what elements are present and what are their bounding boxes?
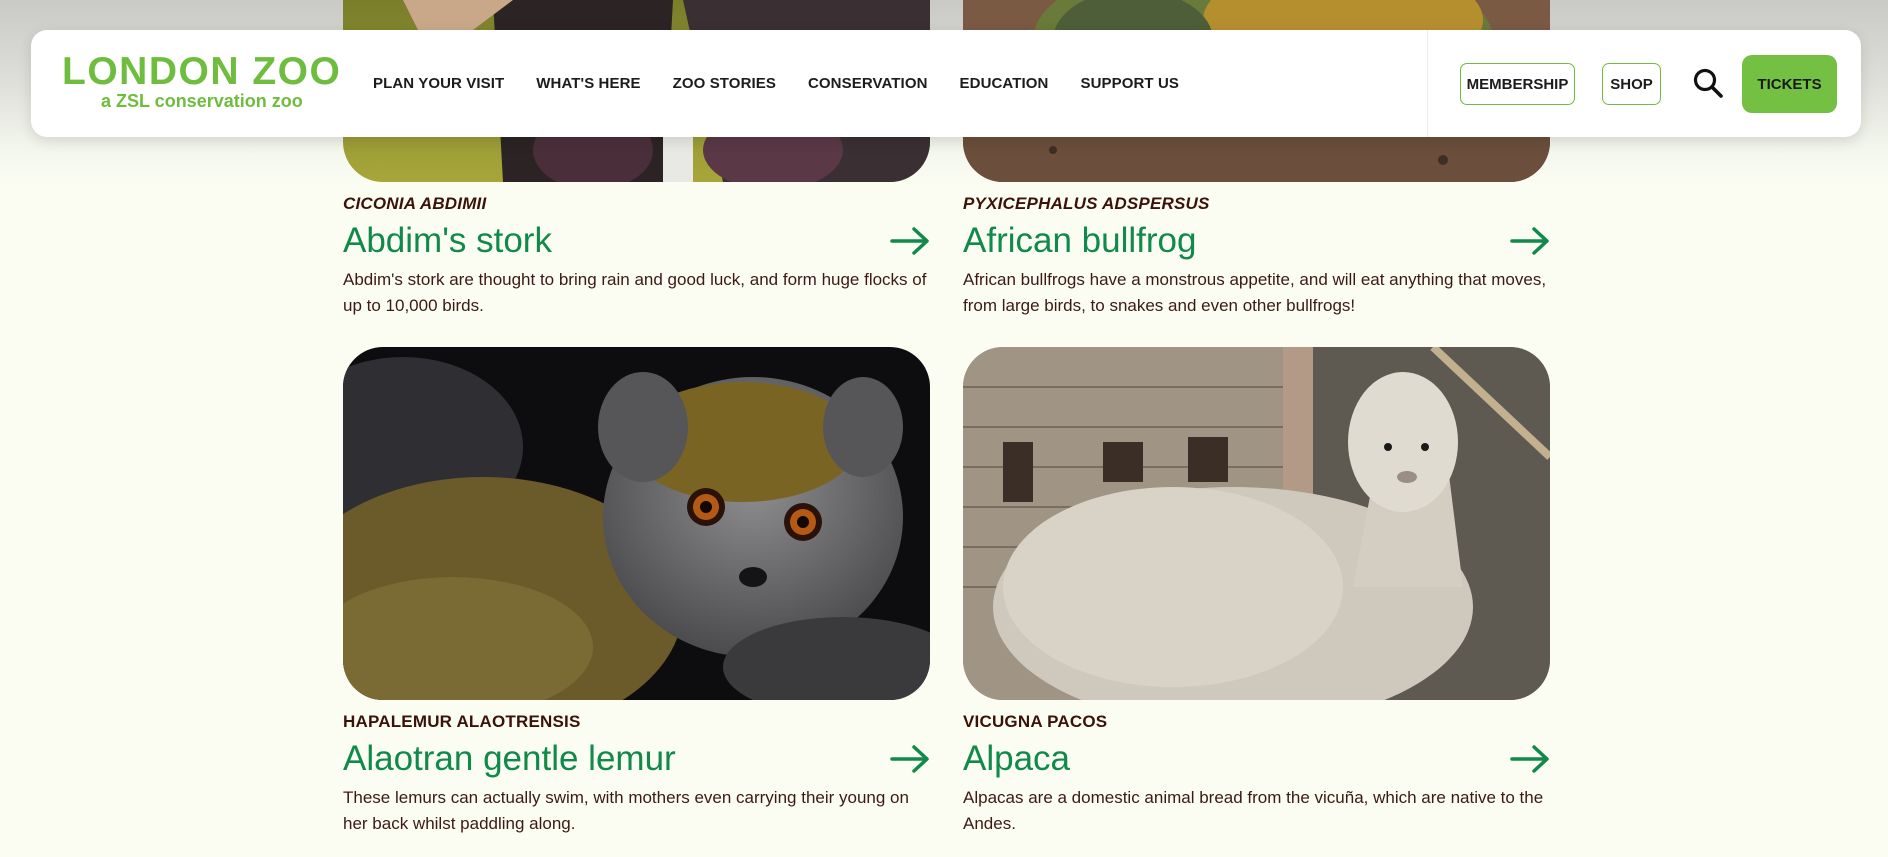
animal-title[interactable]: Abdim's stork <box>343 220 552 262</box>
site-header: LONDON ZOO a ZSL conservation zoo PLAN Y… <box>31 30 1861 137</box>
shop-button[interactable]: SHOP <box>1602 63 1661 105</box>
animal-card-abdims-stork[interactable]: CICONIA ABDIMII Abdim's stork Abdim's st… <box>343 0 930 319</box>
animal-card-alpaca[interactable]: VICUGNA PACOS Alpaca Alpacas are a domes… <box>963 347 1550 837</box>
arrow-right-icon[interactable] <box>890 744 930 774</box>
logo-wordmark: LONDON ZOO <box>62 50 342 93</box>
animal-description: Alpacas are a domestic animal bread from… <box>963 788 1544 833</box>
main-nav: PLAN YOUR VISIT WHAT'S HERE ZOO STORIES … <box>373 30 1211 137</box>
animal-description: Abdim's stork are thought to bring rain … <box>343 270 927 315</box>
arrow-right-icon[interactable] <box>1510 744 1550 774</box>
alpaca-photo <box>963 347 1550 700</box>
nav-item-support-us[interactable]: SUPPORT US <box>1080 75 1179 92</box>
animal-title[interactable]: African bullfrog <box>963 220 1196 262</box>
animal-card-african-bullfrog[interactable]: PYXICEPHALUS ADSPERSUS African bullfrog … <box>963 0 1550 319</box>
arrow-right-icon[interactable] <box>890 226 930 256</box>
nav-item-conservation[interactable]: CONSERVATION <box>808 75 928 92</box>
nav-item-plan-your-visit[interactable]: PLAN YOUR VISIT <box>373 75 504 92</box>
scientific-name: PYXICEPHALUS ADSPERSUS <box>963 194 1210 213</box>
animal-description: African bullfrogs have a monstrous appet… <box>963 270 1547 315</box>
scientific-name: HAPALEMUR ALAOTRENSIS <box>343 712 581 731</box>
alaotran-gentle-lemur-photo <box>343 347 930 700</box>
membership-button[interactable]: MEMBERSHIP <box>1460 63 1575 105</box>
animal-title[interactable]: Alaotran gentle lemur <box>343 738 676 780</box>
london-zoo-logo[interactable]: LONDON ZOO a ZSL conservation zoo <box>62 50 347 113</box>
arrow-right-icon[interactable] <box>1510 226 1550 256</box>
tickets-button[interactable]: TICKETS <box>1742 55 1837 113</box>
nav-item-zoo-stories[interactable]: ZOO STORIES <box>673 75 776 92</box>
logo-tagline: a ZSL conservation zoo <box>101 91 303 111</box>
animal-card-alaotran-gentle-lemur[interactable]: HAPALEMUR ALAOTRENSIS Alaotran gentle le… <box>343 347 930 837</box>
search-icon[interactable] <box>1692 67 1724 99</box>
animal-description: These lemurs can actually swim, with mot… <box>343 788 909 833</box>
nav-item-education[interactable]: EDUCATION <box>960 75 1049 92</box>
nav-item-whats-here[interactable]: WHAT'S HERE <box>536 75 640 92</box>
scientific-name: VICUGNA PACOS <box>963 712 1108 731</box>
animal-title[interactable]: Alpaca <box>963 738 1070 780</box>
scientific-name: CICONIA ABDIMII <box>343 194 487 213</box>
header-divider <box>1427 30 1428 137</box>
